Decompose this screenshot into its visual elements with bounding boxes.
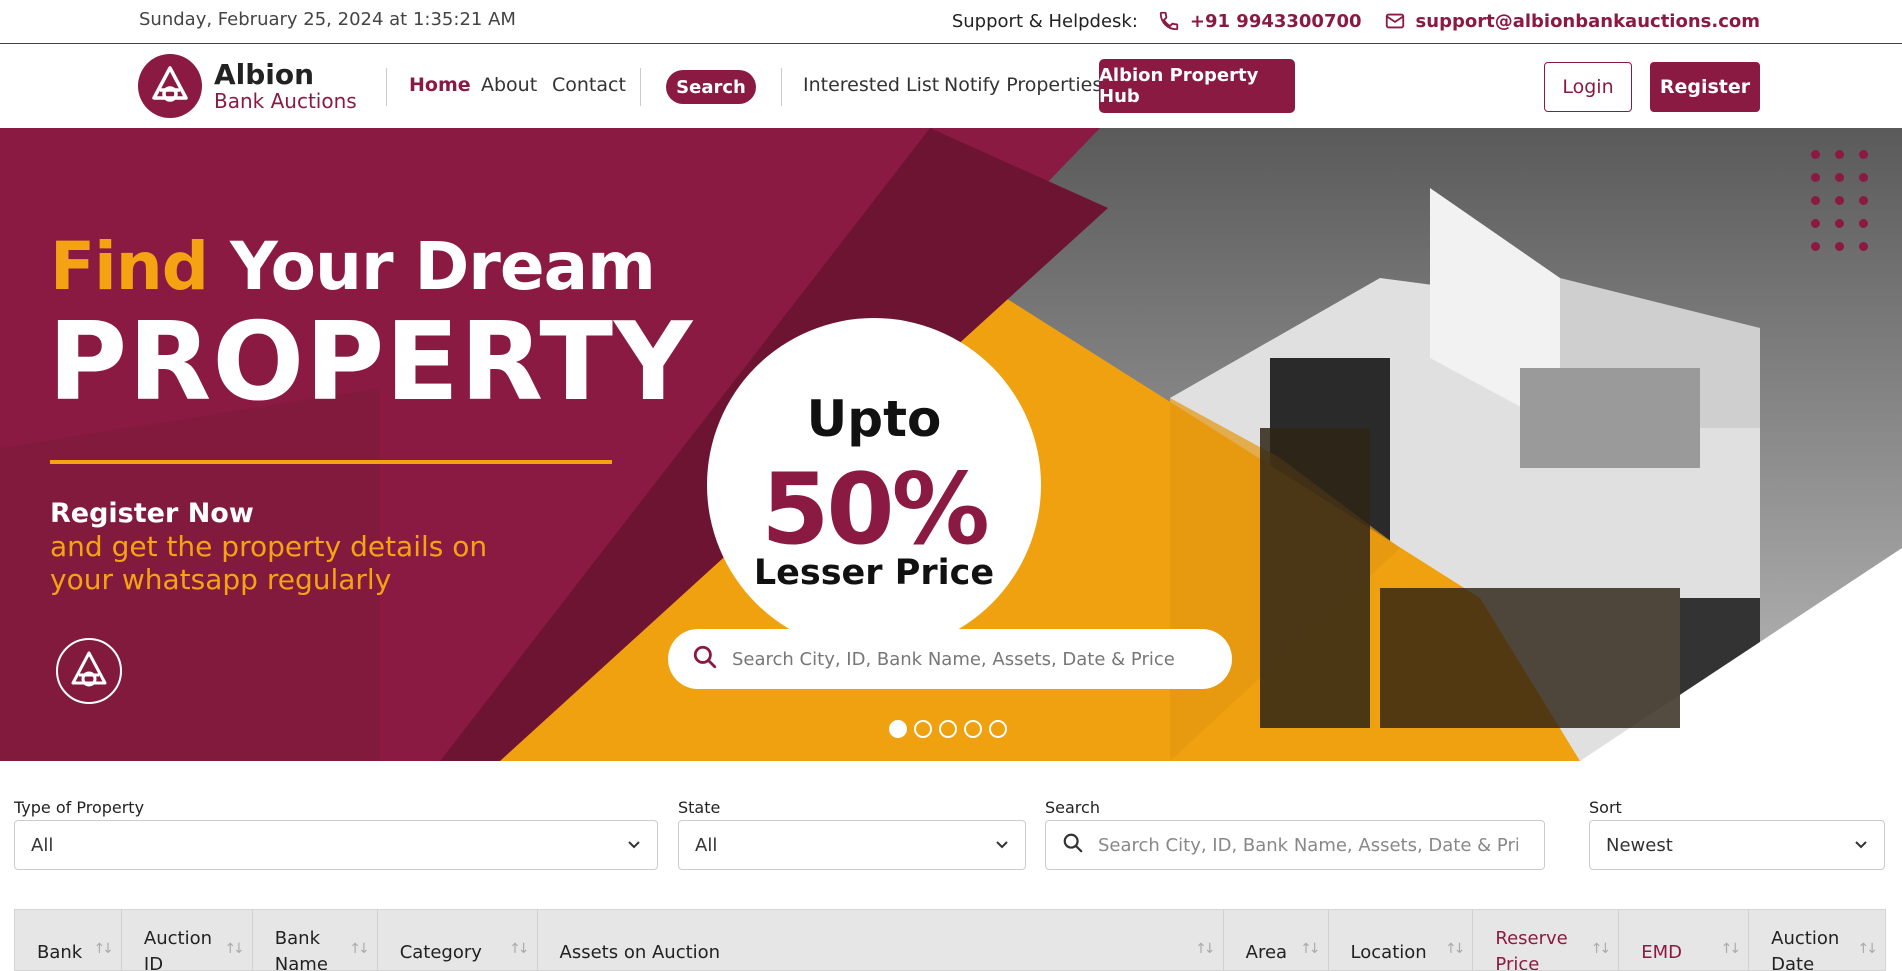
filter-type-label: Type of Property [14, 798, 145, 817]
nav-divider [386, 68, 387, 106]
discount-lesser-price: Lesser Price [753, 553, 995, 593]
sort-icon: ↑↓ [1195, 941, 1216, 957]
nav-divider [640, 68, 641, 106]
nav-notify-properties[interactable]: Notify Properties [944, 74, 1102, 96]
chevron-down-icon [1855, 841, 1867, 849]
brand-name: Albion [214, 58, 315, 91]
auction-table-header: Bank ↑↓ Auction ID ↑↓ Bank Name ↑↓ Categ… [14, 909, 1886, 971]
nav-divider [781, 68, 782, 106]
hero-register-subtext: and get the property details on your wha… [50, 530, 488, 596]
column-label: Auction Date [1771, 928, 1840, 971]
logo-mark-icon [56, 638, 122, 704]
brand-logo[interactable]: Albion Bank Auctions [138, 54, 357, 118]
column-header-auction-date[interactable]: Auction Date ↑↓ [1749, 910, 1885, 971]
discount-percent: 50% [761, 453, 990, 567]
column-header-bank-name[interactable]: Bank Name ↑↓ [253, 910, 378, 971]
sort-value: Newest [1606, 834, 1673, 856]
nav-home[interactable]: Home [409, 74, 471, 96]
filter-search-label: Search [1045, 798, 1100, 817]
column-label: Location [1350, 942, 1427, 963]
column-header-reserve-price[interactable]: Reserve Price ↑↓ [1473, 910, 1620, 971]
support-label: Support & Helpdesk: [951, 10, 1138, 32]
support-email-link[interactable]: support@albionbankauctions.com [1416, 11, 1760, 32]
brand-tagline: Bank Auctions [214, 89, 357, 113]
hero-banner: Find Your Dream PROPERTY Register Now an… [0, 128, 1902, 761]
sort-icon: ↑↓ [1444, 941, 1466, 957]
filter-bar: Type of Property All State All Search So… [0, 761, 1902, 891]
register-button[interactable]: Register [1650, 62, 1760, 112]
search-icon [1062, 832, 1084, 859]
nav-contact[interactable]: Contact [552, 74, 626, 96]
search-icon [692, 644, 718, 674]
column-label: Auction ID [143, 928, 213, 971]
sort-icon: ↑↓ [509, 941, 530, 957]
mail-icon [1384, 10, 1406, 32]
nav-interested-list[interactable]: Interested List [803, 74, 939, 96]
logo-mark-icon [138, 54, 202, 118]
property-type-value: All [31, 834, 54, 856]
current-datetime: Sunday, February 25, 2024 at 1:35:21 AM [139, 9, 516, 30]
hero-register-now: Register Now [50, 498, 254, 529]
column-header-assets[interactable]: Assets on Auction ↑↓ [538, 910, 1224, 970]
sort-icon: ↑↓ [1590, 941, 1612, 957]
state-select[interactable]: All [678, 820, 1026, 870]
column-label: EMD [1641, 942, 1683, 963]
sort-icon: ↑↓ [1300, 941, 1321, 957]
chevron-down-icon [628, 841, 640, 849]
support-phone-link[interactable]: +91 9943300700 [1190, 11, 1362, 32]
nav-about[interactable]: About [481, 74, 537, 96]
hero-find-word: Find [50, 228, 209, 305]
column-header-location[interactable]: Location ↑↓ [1329, 910, 1474, 970]
sort-select[interactable]: Newest [1589, 820, 1885, 870]
sort-icon: ↑↓ [224, 941, 245, 957]
state-value: All [695, 834, 718, 856]
sort-icon: ↑↓ [349, 941, 370, 957]
column-label: Bank Name [274, 928, 328, 971]
carousel-dot-2[interactable] [914, 720, 932, 738]
decorative-dot-grid [1811, 150, 1869, 251]
top-info-bar: Sunday, February 25, 2024 at 1:35:21 AM … [0, 0, 1902, 44]
column-header-area[interactable]: Area ↑↓ [1224, 910, 1329, 970]
column-label: Area [1245, 942, 1288, 963]
login-button[interactable]: Login [1544, 62, 1632, 112]
nav-search-button[interactable]: Search [666, 70, 756, 104]
column-header-category[interactable]: Category ↑↓ [378, 910, 538, 970]
carousel-dot-3[interactable] [939, 720, 957, 738]
carousel-dot-4[interactable] [964, 720, 982, 738]
filter-sort-label: Sort [1589, 798, 1622, 817]
sort-icon: ↑↓ [93, 941, 114, 957]
main-header: Albion Bank Auctions Home About Contact … [0, 44, 1902, 128]
discount-upto: Upto [806, 390, 942, 448]
filter-search-input[interactable] [1098, 834, 1518, 856]
property-type-select[interactable]: All [14, 820, 658, 870]
property-hub-button[interactable]: Albion Property Hub [1099, 59, 1295, 113]
filter-state-label: State [678, 798, 721, 817]
hero-property-word: PROPERTY [48, 300, 694, 425]
hero-search-bar[interactable] [668, 629, 1232, 689]
column-header-emd[interactable]: EMD ↑↓ [1619, 910, 1750, 970]
hero-underline-divider [50, 460, 612, 464]
phone-icon [1158, 10, 1180, 32]
column-label: Assets on Auction [559, 942, 721, 963]
hero-headline: Find Your Dream [50, 228, 656, 305]
hero-your-dream: Your Dream [229, 228, 656, 305]
column-label: Bank [37, 942, 83, 963]
column-label: Reserve Price [1495, 928, 1568, 971]
column-label: Category [399, 942, 482, 963]
carousel-indicators [889, 720, 1014, 738]
carousel-dot-1[interactable] [889, 720, 907, 738]
chevron-down-icon [996, 841, 1008, 849]
column-header-bank[interactable]: Bank ↑↓ [15, 910, 122, 970]
column-header-auction-id[interactable]: Auction ID ↑↓ [122, 910, 253, 971]
sort-icon: ↑↓ [1857, 941, 1879, 957]
sort-icon: ↑↓ [1720, 941, 1742, 957]
carousel-dot-5[interactable] [989, 720, 1007, 738]
hero-search-input[interactable] [732, 648, 1212, 670]
filter-search-field[interactable] [1045, 820, 1545, 870]
support-contact: Support & Helpdesk: +91 9943300700 suppo… [952, 10, 1760, 32]
